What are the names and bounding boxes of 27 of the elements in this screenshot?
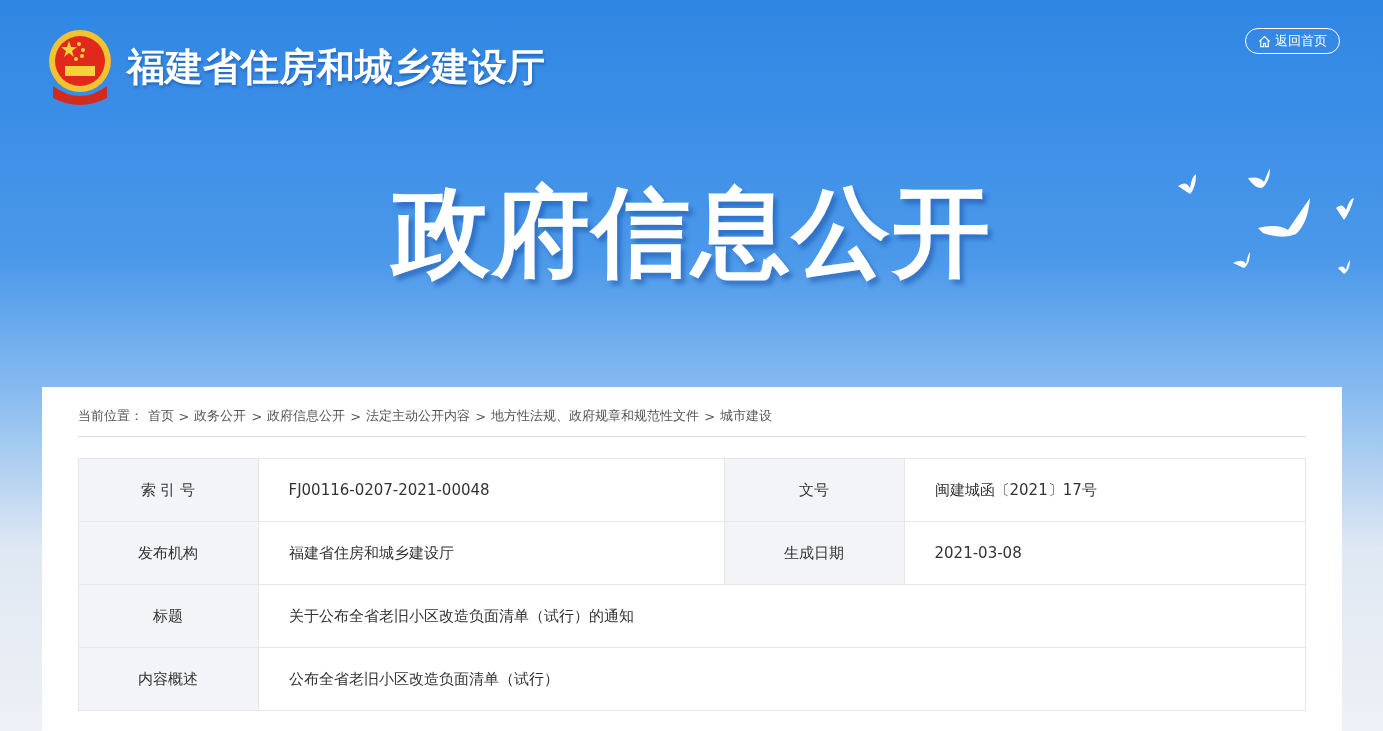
field-value: 闽建城函〔2021〕17号	[933, 479, 1098, 501]
breadcrumb-link[interactable]: 政务公开	[194, 407, 247, 425]
field-label: 内容概述	[78, 648, 259, 710]
field-label: 文号	[724, 459, 905, 521]
breadcrumb-separator: >	[704, 408, 716, 424]
breadcrumb-link[interactable]: 地方性法规、政府规章和规范性文件	[491, 407, 700, 425]
breadcrumb-label: 当前位置：	[77, 407, 143, 425]
breadcrumb-link[interactable]: 法定主动公开内容	[366, 407, 471, 425]
site-title: 福建省住房和城乡建设厅	[127, 43, 545, 91]
field-value: 2021-03-08	[933, 543, 1023, 564]
breadcrumb-separator: >	[475, 408, 487, 424]
field-label: 发布机构	[78, 522, 259, 584]
field-label: 标题	[78, 585, 259, 647]
breadcrumb-separator: >	[350, 408, 362, 424]
field-label: 索 引 号	[78, 459, 259, 521]
field-value: 关于公布全省老旧小区改造负面清单（试行）的通知	[287, 605, 635, 627]
breadcrumb-link[interactable]: 政府信息公开	[267, 407, 346, 425]
breadcrumb-link[interactable]: 城市建设	[720, 407, 773, 425]
field-label: 生成日期	[724, 522, 905, 584]
home-icon	[1258, 34, 1271, 48]
breadcrumb-link[interactable]: 首页	[147, 407, 174, 425]
breadcrumb-separator: >	[251, 408, 263, 424]
field-value: FJ00116-0207-2021-00048	[258, 459, 725, 521]
field-value: 福建省住房和城乡建设厅	[258, 522, 725, 584]
banner-title: 政府信息公开	[391, 174, 992, 291]
field-value: 公布全省老旧小区改造负面清单（试行）	[287, 668, 560, 690]
breadcrumb-separator: >	[178, 408, 190, 424]
